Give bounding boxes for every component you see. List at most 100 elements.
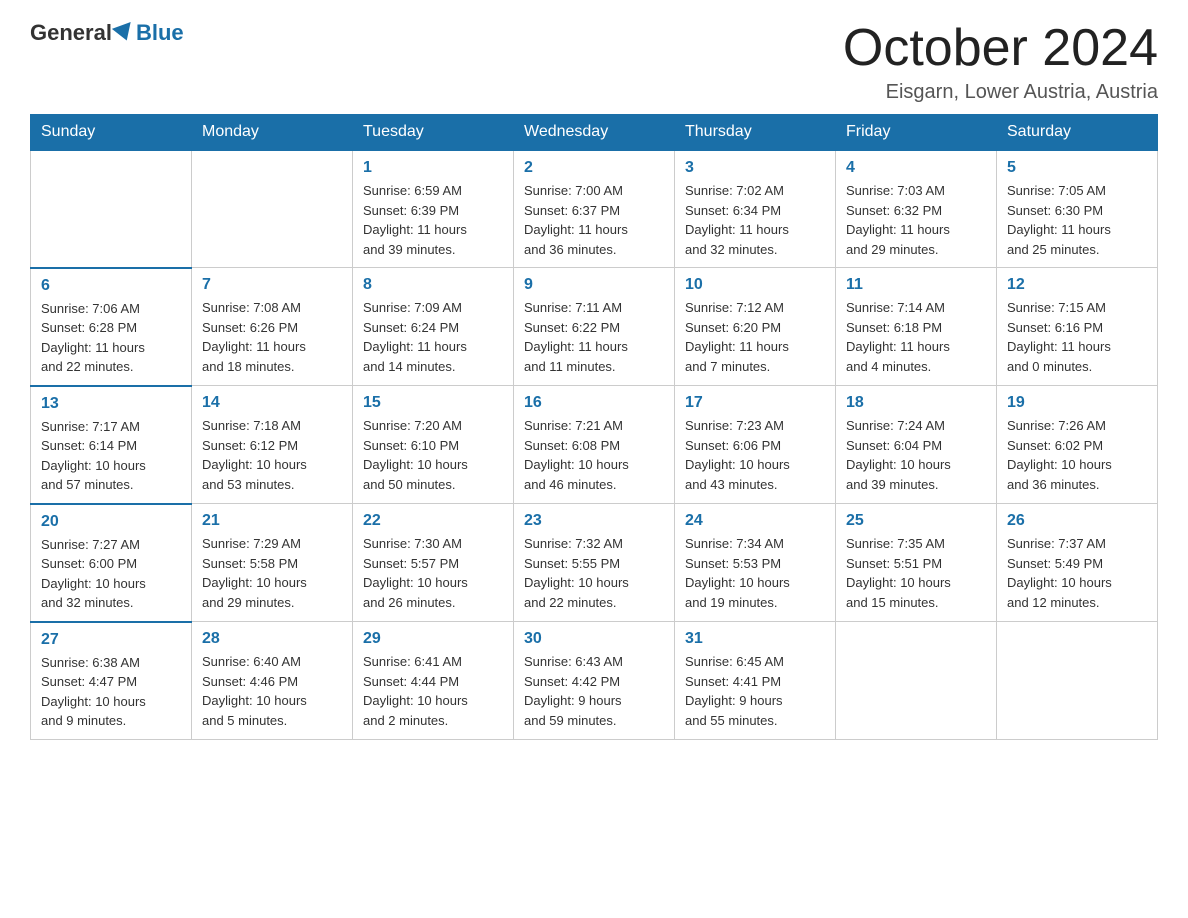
day-info: Sunrise: 7:14 AMSunset: 6:18 PMDaylight:… [846, 298, 986, 376]
day-of-week-header: Tuesday [353, 115, 514, 151]
day-number: 24 [685, 512, 825, 530]
calendar-cell: 15 Sunrise: 7:20 AMSunset: 6:10 PMDayligh… [353, 386, 514, 504]
day-of-week-header: Thursday [675, 115, 836, 151]
day-info: Sunrise: 6:59 AMSunset: 6:39 PMDaylight:… [363, 181, 503, 259]
day-number: 8 [363, 276, 503, 294]
calendar-cell: 1Sunrise: 6:59 AMSunset: 6:39 PMDaylight… [353, 150, 514, 268]
calendar-cell: 4 Sunrise: 7:03 AMSunset: 6:32 PMDaylight… [836, 150, 997, 268]
calendar-cell: 24 Sunrise: 7:34 AMSunset: 5:53 PMDayligh… [675, 504, 836, 622]
day-info: Sunrise: 7:35 AMSunset: 5:51 PMDaylight:… [846, 534, 986, 612]
calendar-cell: 6Sunrise: 7:06 AMSunset: 6:28 PMDaylight… [31, 268, 192, 386]
day-number: 12 [1007, 276, 1147, 294]
day-number: 4 [846, 159, 986, 177]
calendar-cell: 11 Sunrise: 7:14 AMSunset: 6:18 PMDayligh… [836, 268, 997, 386]
day-number: 13 [41, 395, 181, 413]
logo: General Blue [30, 20, 184, 46]
day-info: Sunrise: 7:12 AMSunset: 6:20 PMDaylight:… [685, 298, 825, 376]
day-number: 9 [524, 276, 664, 294]
day-number: 30 [524, 630, 664, 648]
day-info: Sunrise: 7:09 AMSunset: 6:24 PMDaylight:… [363, 298, 503, 376]
day-info: Sunrise: 6:40 AMSunset: 4:46 PMDaylight:… [202, 652, 342, 730]
calendar-cell [192, 150, 353, 268]
day-info: Sunrise: 6:41 AMSunset: 4:44 PMDaylight:… [363, 652, 503, 730]
calendar-cell: 14Sunrise: 7:18 AMSunset: 6:12 PMDayligh… [192, 386, 353, 504]
day-number: 15 [363, 394, 503, 412]
calendar-week-row: 20 Sunrise: 7:27 AMSunset: 6:00 PMDayligh… [31, 504, 1158, 622]
day-info: Sunrise: 7:27 AMSunset: 6:00 PMDaylight:… [41, 535, 181, 613]
day-of-week-header: Saturday [997, 115, 1158, 151]
day-of-week-header: Friday [836, 115, 997, 151]
day-number: 28 [202, 630, 342, 648]
day-info: Sunrise: 7:37 AMSunset: 5:49 PMDaylight:… [1007, 534, 1147, 612]
day-info: Sunrise: 7:11 AMSunset: 6:22 PMDaylight:… [524, 298, 664, 376]
calendar-cell: 8 Sunrise: 7:09 AMSunset: 6:24 PMDaylight… [353, 268, 514, 386]
calendar-cell: 25 Sunrise: 7:35 AMSunset: 5:51 PMDayligh… [836, 504, 997, 622]
calendar-cell: 16Sunrise: 7:21 AMSunset: 6:08 PMDayligh… [514, 386, 675, 504]
day-of-week-header: Wednesday [514, 115, 675, 151]
calendar-cell: 28 Sunrise: 6:40 AMSunset: 4:46 PMDayligh… [192, 622, 353, 740]
location-title: Eisgarn, Lower Austria, Austria [843, 81, 1158, 104]
calendar-cell: 3 Sunrise: 7:02 AMSunset: 6:34 PMDaylight… [675, 150, 836, 268]
calendar-cell: 2 Sunrise: 7:00 AMSunset: 6:37 PMDaylight… [514, 150, 675, 268]
day-number: 5 [1007, 159, 1147, 177]
day-info: Sunrise: 7:00 AMSunset: 6:37 PMDaylight:… [524, 181, 664, 259]
day-info: Sunrise: 7:17 AMSunset: 6:14 PMDaylight:… [41, 417, 181, 495]
day-info: Sunrise: 6:43 AMSunset: 4:42 PMDaylight:… [524, 652, 664, 730]
day-number: 18 [846, 394, 986, 412]
day-info: Sunrise: 7:23 AMSunset: 6:06 PMDaylight:… [685, 416, 825, 494]
day-number: 10 [685, 276, 825, 294]
calendar-header-row: SundayMondayTuesdayWednesdayThursdayFrid… [31, 115, 1158, 151]
calendar-week-row: 1Sunrise: 6:59 AMSunset: 6:39 PMDaylight… [31, 150, 1158, 268]
day-info: Sunrise: 7:32 AMSunset: 5:55 PMDaylight:… [524, 534, 664, 612]
calendar-cell: 29 Sunrise: 6:41 AMSunset: 4:44 PMDayligh… [353, 622, 514, 740]
day-info: Sunrise: 6:38 AMSunset: 4:47 PMDaylight:… [41, 653, 181, 731]
day-info: Sunrise: 6:45 AMSunset: 4:41 PMDaylight:… [685, 652, 825, 730]
day-number: 19 [1007, 394, 1147, 412]
title-area: October 2024 Eisgarn, Lower Austria, Aus… [843, 20, 1158, 104]
calendar-week-row: 6Sunrise: 7:06 AMSunset: 6:28 PMDaylight… [31, 268, 1158, 386]
day-number: 31 [685, 630, 825, 648]
day-info: Sunrise: 7:24 AMSunset: 6:04 PMDaylight:… [846, 416, 986, 494]
day-of-week-header: Monday [192, 115, 353, 151]
day-number: 17 [685, 394, 825, 412]
logo-general-text: General [30, 20, 112, 46]
day-number: 21 [202, 512, 342, 530]
day-number: 11 [846, 276, 986, 294]
day-number: 3 [685, 159, 825, 177]
calendar-cell: 7 Sunrise: 7:08 AMSunset: 6:26 PMDaylight… [192, 268, 353, 386]
calendar-week-row: 27 Sunrise: 6:38 AMSunset: 4:47 PMDayligh… [31, 622, 1158, 740]
calendar-cell [836, 622, 997, 740]
day-number: 23 [524, 512, 664, 530]
day-number: 27 [41, 631, 181, 649]
day-info: Sunrise: 7:20 AMSunset: 6:10 PMDaylight:… [363, 416, 503, 494]
day-info: Sunrise: 7:34 AMSunset: 5:53 PMDaylight:… [685, 534, 825, 612]
calendar-cell: 9 Sunrise: 7:11 AMSunset: 6:22 PMDaylight… [514, 268, 675, 386]
day-info: Sunrise: 7:02 AMSunset: 6:34 PMDaylight:… [685, 181, 825, 259]
calendar-cell: 30 Sunrise: 6:43 AMSunset: 4:42 PMDayligh… [514, 622, 675, 740]
day-number: 26 [1007, 512, 1147, 530]
day-info: Sunrise: 7:26 AMSunset: 6:02 PMDaylight:… [1007, 416, 1147, 494]
day-number: 29 [363, 630, 503, 648]
calendar-cell [31, 150, 192, 268]
calendar-cell: 27 Sunrise: 6:38 AMSunset: 4:47 PMDayligh… [31, 622, 192, 740]
day-info: Sunrise: 7:05 AMSunset: 6:30 PMDaylight:… [1007, 181, 1147, 259]
calendar-cell: 10 Sunrise: 7:12 AMSunset: 6:20 PMDayligh… [675, 268, 836, 386]
day-number: 20 [41, 513, 181, 531]
day-info: Sunrise: 7:03 AMSunset: 6:32 PMDaylight:… [846, 181, 986, 259]
calendar-cell: 12Sunrise: 7:15 AMSunset: 6:16 PMDayligh… [997, 268, 1158, 386]
day-info: Sunrise: 7:30 AMSunset: 5:57 PMDaylight:… [363, 534, 503, 612]
calendar-cell: 17 Sunrise: 7:23 AMSunset: 6:06 PMDayligh… [675, 386, 836, 504]
calendar-cell: 31 Sunrise: 6:45 AMSunset: 4:41 PMDayligh… [675, 622, 836, 740]
day-number: 25 [846, 512, 986, 530]
day-info: Sunrise: 7:21 AMSunset: 6:08 PMDaylight:… [524, 416, 664, 494]
day-of-week-header: Sunday [31, 115, 192, 151]
day-number: 7 [202, 276, 342, 294]
month-title: October 2024 [843, 20, 1158, 77]
calendar-cell: 22Sunrise: 7:30 AMSunset: 5:57 PMDayligh… [353, 504, 514, 622]
calendar-cell: 5 Sunrise: 7:05 AMSunset: 6:30 PMDaylight… [997, 150, 1158, 268]
day-number: 2 [524, 159, 664, 177]
calendar-cell: 21Sunrise: 7:29 AMSunset: 5:58 PMDayligh… [192, 504, 353, 622]
calendar-table: SundayMondayTuesdayWednesdayThursdayFrid… [30, 114, 1158, 740]
day-info: Sunrise: 7:08 AMSunset: 6:26 PMDaylight:… [202, 298, 342, 376]
calendar-cell: 23 Sunrise: 7:32 AMSunset: 5:55 PMDayligh… [514, 504, 675, 622]
